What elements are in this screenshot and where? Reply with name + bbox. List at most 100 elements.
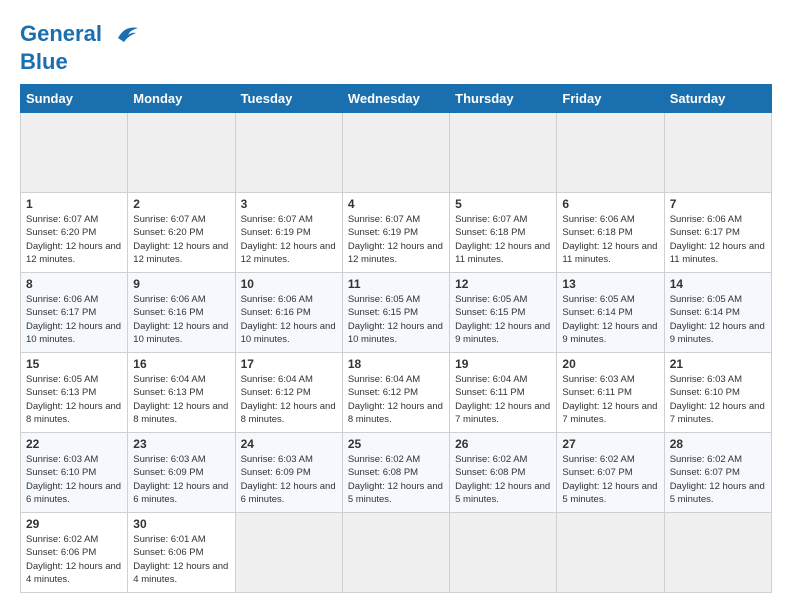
calendar-cell: 2 Sunrise: 6:07 AM Sunset: 6:20 PM Dayli…	[128, 193, 235, 273]
col-header-saturday: Saturday	[664, 85, 771, 113]
calendar-cell: 21 Sunrise: 6:03 AM Sunset: 6:10 PM Dayl…	[664, 353, 771, 433]
calendar-cell: 30 Sunrise: 6:01 AM Sunset: 6:06 PM Dayl…	[128, 513, 235, 593]
day-info: Sunrise: 6:02 AM Sunset: 6:07 PM Dayligh…	[562, 453, 658, 506]
day-number: 6	[562, 197, 658, 211]
day-info: Sunrise: 6:04 AM Sunset: 6:13 PM Dayligh…	[133, 373, 229, 426]
day-number: 21	[670, 357, 766, 371]
day-info: Sunrise: 6:02 AM Sunset: 6:08 PM Dayligh…	[348, 453, 444, 506]
calendar-cell: 29 Sunrise: 6:02 AM Sunset: 6:06 PM Dayl…	[21, 513, 128, 593]
day-info: Sunrise: 6:03 AM Sunset: 6:09 PM Dayligh…	[241, 453, 337, 506]
calendar-cell	[342, 513, 449, 593]
calendar-cell: 24 Sunrise: 6:03 AM Sunset: 6:09 PM Dayl…	[235, 433, 342, 513]
calendar-cell	[664, 113, 771, 193]
day-info: Sunrise: 6:05 AM Sunset: 6:15 PM Dayligh…	[348, 293, 444, 346]
day-number: 9	[133, 277, 229, 291]
day-info: Sunrise: 6:06 AM Sunset: 6:17 PM Dayligh…	[26, 293, 122, 346]
calendar-cell: 11 Sunrise: 6:05 AM Sunset: 6:15 PM Dayl…	[342, 273, 449, 353]
calendar-cell: 3 Sunrise: 6:07 AM Sunset: 6:19 PM Dayli…	[235, 193, 342, 273]
day-info: Sunrise: 6:03 AM Sunset: 6:10 PM Dayligh…	[26, 453, 122, 506]
day-info: Sunrise: 6:06 AM Sunset: 6:18 PM Dayligh…	[562, 213, 658, 266]
day-number: 8	[26, 277, 122, 291]
day-number: 29	[26, 517, 122, 531]
calendar-table: SundayMondayTuesdayWednesdayThursdayFrid…	[20, 84, 772, 593]
day-number: 20	[562, 357, 658, 371]
day-number: 11	[348, 277, 444, 291]
day-info: Sunrise: 6:03 AM Sunset: 6:11 PM Dayligh…	[562, 373, 658, 426]
day-info: Sunrise: 6:07 AM Sunset: 6:18 PM Dayligh…	[455, 213, 551, 266]
calendar-cell: 17 Sunrise: 6:04 AM Sunset: 6:12 PM Dayl…	[235, 353, 342, 433]
calendar-cell	[235, 513, 342, 593]
calendar-cell: 20 Sunrise: 6:03 AM Sunset: 6:11 PM Dayl…	[557, 353, 664, 433]
day-info: Sunrise: 6:06 AM Sunset: 6:16 PM Dayligh…	[241, 293, 337, 346]
day-number: 23	[133, 437, 229, 451]
day-info: Sunrise: 6:07 AM Sunset: 6:20 PM Dayligh…	[133, 213, 229, 266]
logo: General Blue	[20, 20, 140, 74]
day-info: Sunrise: 6:02 AM Sunset: 6:07 PM Dayligh…	[670, 453, 766, 506]
calendar-cell: 6 Sunrise: 6:06 AM Sunset: 6:18 PM Dayli…	[557, 193, 664, 273]
calendar-cell: 15 Sunrise: 6:05 AM Sunset: 6:13 PM Dayl…	[21, 353, 128, 433]
day-info: Sunrise: 6:05 AM Sunset: 6:14 PM Dayligh…	[670, 293, 766, 346]
calendar-cell: 14 Sunrise: 6:05 AM Sunset: 6:14 PM Dayl…	[664, 273, 771, 353]
col-header-tuesday: Tuesday	[235, 85, 342, 113]
calendar-cell	[557, 513, 664, 593]
day-number: 15	[26, 357, 122, 371]
day-number: 26	[455, 437, 551, 451]
day-number: 7	[670, 197, 766, 211]
calendar-cell: 25 Sunrise: 6:02 AM Sunset: 6:08 PM Dayl…	[342, 433, 449, 513]
day-info: Sunrise: 6:05 AM Sunset: 6:13 PM Dayligh…	[26, 373, 122, 426]
day-info: Sunrise: 6:07 AM Sunset: 6:20 PM Dayligh…	[26, 213, 122, 266]
day-number: 12	[455, 277, 551, 291]
day-number: 17	[241, 357, 337, 371]
calendar-cell: 12 Sunrise: 6:05 AM Sunset: 6:15 PM Dayl…	[450, 273, 557, 353]
day-number: 10	[241, 277, 337, 291]
calendar-cell: 22 Sunrise: 6:03 AM Sunset: 6:10 PM Dayl…	[21, 433, 128, 513]
day-info: Sunrise: 6:04 AM Sunset: 6:12 PM Dayligh…	[241, 373, 337, 426]
calendar-cell: 16 Sunrise: 6:04 AM Sunset: 6:13 PM Dayl…	[128, 353, 235, 433]
day-info: Sunrise: 6:01 AM Sunset: 6:06 PM Dayligh…	[133, 533, 229, 586]
calendar-cell	[450, 513, 557, 593]
calendar-cell	[128, 113, 235, 193]
calendar-cell	[21, 113, 128, 193]
col-header-monday: Monday	[128, 85, 235, 113]
day-number: 13	[562, 277, 658, 291]
day-number: 24	[241, 437, 337, 451]
col-header-wednesday: Wednesday	[342, 85, 449, 113]
calendar-cell: 4 Sunrise: 6:07 AM Sunset: 6:19 PM Dayli…	[342, 193, 449, 273]
day-info: Sunrise: 6:03 AM Sunset: 6:10 PM Dayligh…	[670, 373, 766, 426]
calendar-cell	[664, 513, 771, 593]
day-number: 14	[670, 277, 766, 291]
calendar-cell	[235, 113, 342, 193]
day-number: 18	[348, 357, 444, 371]
calendar-cell: 19 Sunrise: 6:04 AM Sunset: 6:11 PM Dayl…	[450, 353, 557, 433]
calendar-cell: 27 Sunrise: 6:02 AM Sunset: 6:07 PM Dayl…	[557, 433, 664, 513]
day-number: 3	[241, 197, 337, 211]
col-header-friday: Friday	[557, 85, 664, 113]
day-number: 4	[348, 197, 444, 211]
calendar-cell: 18 Sunrise: 6:04 AM Sunset: 6:12 PM Dayl…	[342, 353, 449, 433]
day-info: Sunrise: 6:04 AM Sunset: 6:11 PM Dayligh…	[455, 373, 551, 426]
day-number: 30	[133, 517, 229, 531]
logo-text: General	[20, 20, 140, 50]
day-number: 2	[133, 197, 229, 211]
day-info: Sunrise: 6:05 AM Sunset: 6:14 PM Dayligh…	[562, 293, 658, 346]
calendar-cell: 5 Sunrise: 6:07 AM Sunset: 6:18 PM Dayli…	[450, 193, 557, 273]
day-number: 19	[455, 357, 551, 371]
day-info: Sunrise: 6:02 AM Sunset: 6:08 PM Dayligh…	[455, 453, 551, 506]
calendar-cell: 8 Sunrise: 6:06 AM Sunset: 6:17 PM Dayli…	[21, 273, 128, 353]
day-number: 22	[26, 437, 122, 451]
day-number: 28	[670, 437, 766, 451]
day-info: Sunrise: 6:07 AM Sunset: 6:19 PM Dayligh…	[348, 213, 444, 266]
calendar-cell: 10 Sunrise: 6:06 AM Sunset: 6:16 PM Dayl…	[235, 273, 342, 353]
day-number: 25	[348, 437, 444, 451]
calendar-cell: 26 Sunrise: 6:02 AM Sunset: 6:08 PM Dayl…	[450, 433, 557, 513]
day-info: Sunrise: 6:05 AM Sunset: 6:15 PM Dayligh…	[455, 293, 551, 346]
calendar-cell: 1 Sunrise: 6:07 AM Sunset: 6:20 PM Dayli…	[21, 193, 128, 273]
calendar-cell	[450, 113, 557, 193]
header: General Blue	[20, 20, 772, 74]
calendar-cell: 7 Sunrise: 6:06 AM Sunset: 6:17 PM Dayli…	[664, 193, 771, 273]
calendar-cell	[557, 113, 664, 193]
day-number: 27	[562, 437, 658, 451]
day-number: 1	[26, 197, 122, 211]
day-info: Sunrise: 6:06 AM Sunset: 6:16 PM Dayligh…	[133, 293, 229, 346]
day-info: Sunrise: 6:04 AM Sunset: 6:12 PM Dayligh…	[348, 373, 444, 426]
